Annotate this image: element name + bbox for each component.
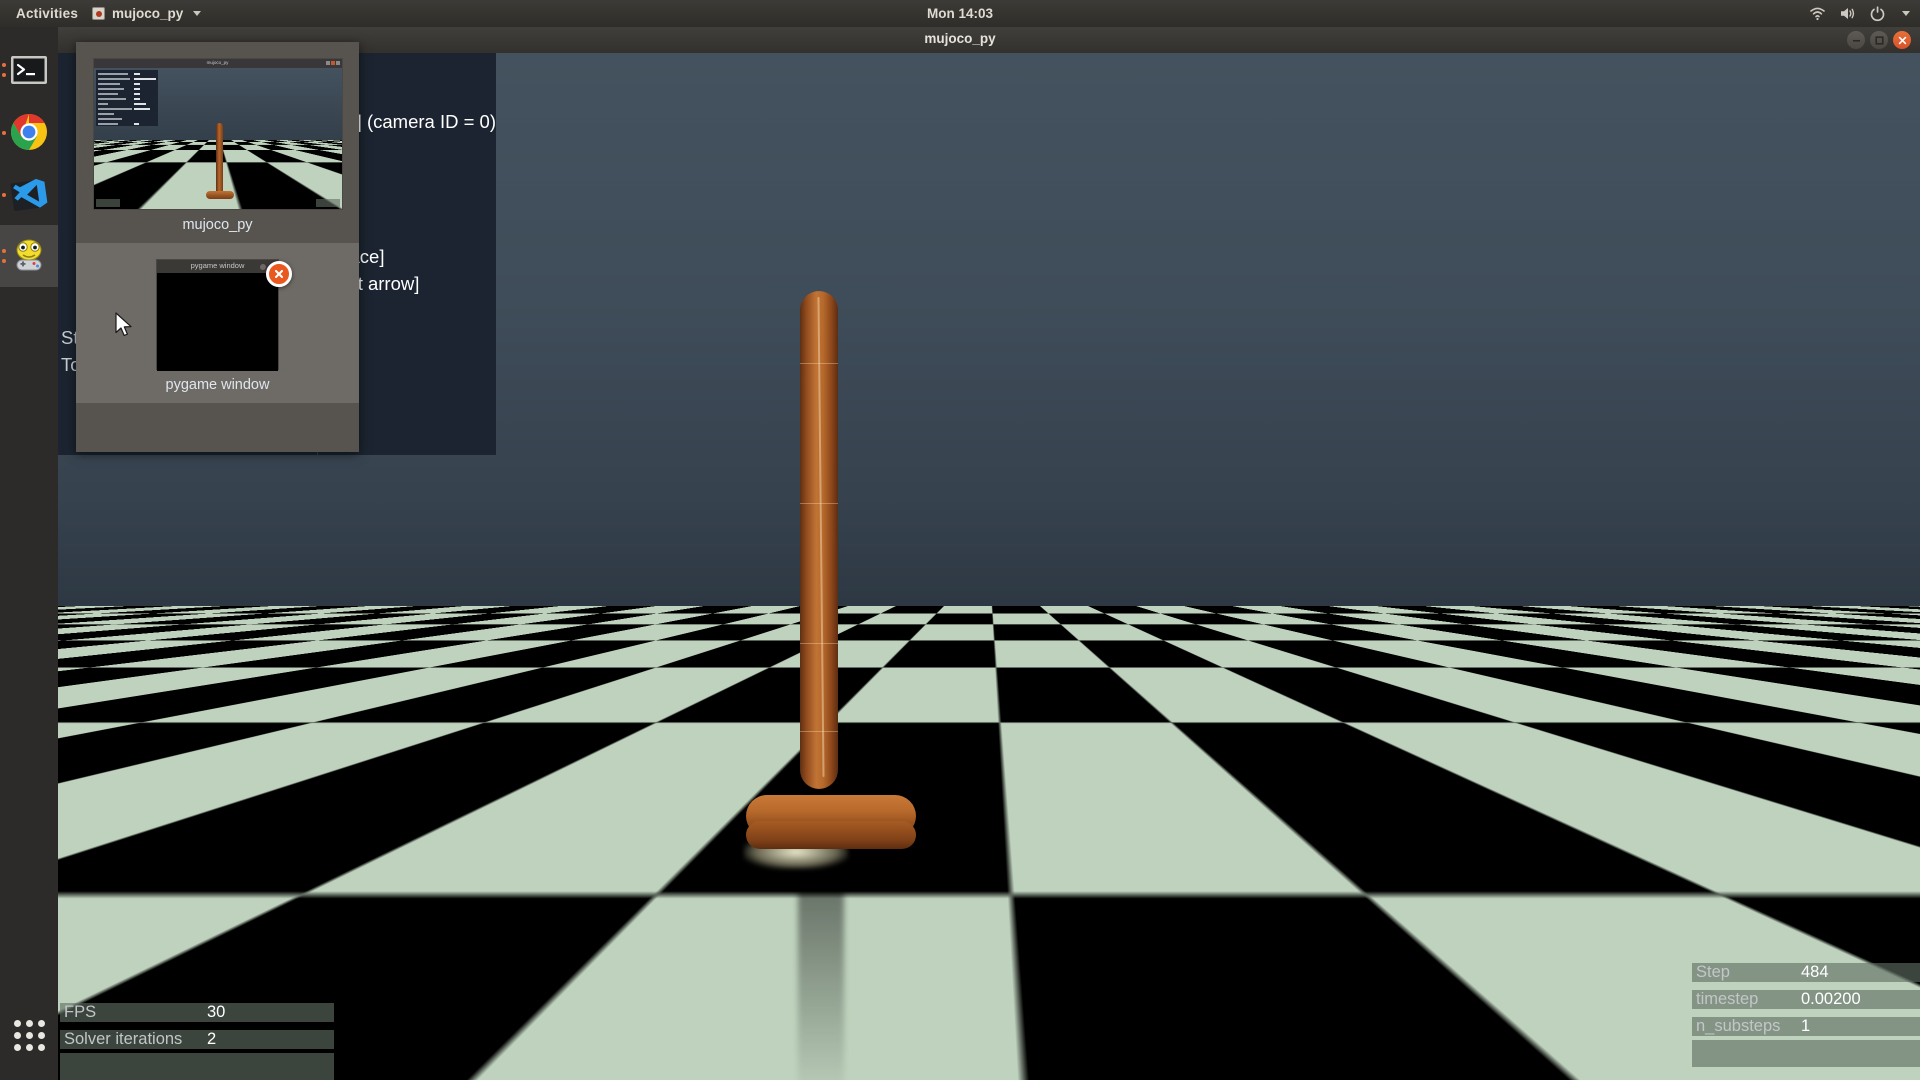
dock-item-chrome[interactable] [0,101,58,163]
stat-label: Solver iterations [60,1030,202,1049]
stat-value: 484 [1796,963,1920,982]
mini-stats-right [316,199,340,207]
stat-row: FPS 30 [60,999,334,1026]
app-menu-button[interactable]: mujoco_py [92,6,201,21]
system-status-area[interactable] [1809,5,1910,22]
mini-titlebar-label: mujoco_py [207,60,229,65]
app-icon [92,7,105,20]
stat-value: 30 [202,1003,334,1022]
wifi-icon [1809,5,1826,22]
dock-item-terminal[interactable] [0,39,58,101]
running-indicator-dot [2,193,6,197]
thumbnail-wrap: pygame window [76,243,359,370]
stat-row: n_substeps 1 [1692,1013,1920,1040]
dock-item-mujoco[interactable] [0,225,58,287]
mujoco-window-thumbnail: mujoco_py [93,58,343,210]
running-indicator-dot [2,249,6,253]
stats-panel-pad [60,1053,334,1080]
pole-seam [800,503,838,504]
launcher-dock[interactable] [0,27,58,1080]
gnome-top-bar: Activities mujoco_py Mon 14:03 [0,0,1920,27]
pygame-mini-title: pygame window [191,261,245,270]
pygame-mini-titlebar: pygame window [157,260,278,273]
running-indicator-dot [2,63,6,67]
pygame-window-thumbnail: pygame window [156,259,279,370]
stat-value: 0.00200 [1796,990,1920,1009]
stats-panel-right: Step 484 timestep 0.00200 n_substeps 1 [1692,959,1920,1067]
stat-label: n_substeps [1692,1017,1796,1036]
stat-row: timestep 0.00200 [1692,986,1920,1013]
terminal-icon [9,50,49,90]
thumbnail-wrap: mujoco_py [76,42,359,210]
switcher-item-label: pygame window [76,370,359,403]
stat-value: 2 [202,1030,334,1049]
activities-button[interactable]: Activities [0,6,92,21]
stat-label: Step [1692,963,1796,982]
maximize-button[interactable] [1870,31,1888,49]
power-icon [1869,5,1886,22]
switcher-item-label: mujoco_py [76,210,359,243]
chrome-icon [9,112,49,152]
window-title: mujoco_py [924,31,995,46]
window-switcher-popup[interactable]: mujoco_py [76,42,359,452]
volume-icon [1839,5,1856,22]
close-window-button[interactable] [266,261,292,287]
cart-base-lower [746,821,916,849]
mini-base [206,191,234,199]
mini-window-controls [326,61,340,65]
running-indicator-dot [2,73,6,77]
show-applications-button[interactable] [0,1012,58,1058]
app-menu-label: mujoco_py [112,6,183,21]
pole-seam [800,363,838,364]
mini-stats-left [96,199,120,207]
app-grid-icon [14,1020,45,1051]
pole-seam [800,731,838,732]
chevron-down-icon [193,11,201,16]
switcher-item-mujoco[interactable]: mujoco_py [76,42,359,243]
stats-panel-pad [1692,1040,1920,1067]
mouse-cursor [115,312,135,345]
gecko-gamepad-icon [9,236,49,276]
chevron-down-icon[interactable] [1902,11,1910,16]
stat-label: FPS [60,1003,202,1022]
stat-row: Step 484 [1692,959,1920,986]
mini-titlebar: mujoco_py [94,59,342,68]
running-indicator-dot [2,131,6,135]
stat-label: timestep [1692,990,1796,1009]
window-controls [1847,31,1911,49]
mini-help-overlay [96,70,158,126]
dock-item-vscode[interactable] [0,163,58,225]
mini-pole [216,123,223,195]
minimize-button[interactable] [1847,31,1865,49]
body-shadow [798,843,844,1080]
close-button[interactable] [1893,31,1911,49]
vscode-icon [9,174,49,214]
pole-seam [800,643,838,644]
clock[interactable]: Mon 14:03 [927,6,993,21]
stats-panel-left: FPS 30 Solver iterations 2 [60,999,334,1080]
running-indicator-dot [2,259,6,263]
stat-value: 1 [1796,1017,1920,1036]
stat-row: Solver iterations 2 [60,1026,334,1053]
pygame-canvas [157,273,278,371]
